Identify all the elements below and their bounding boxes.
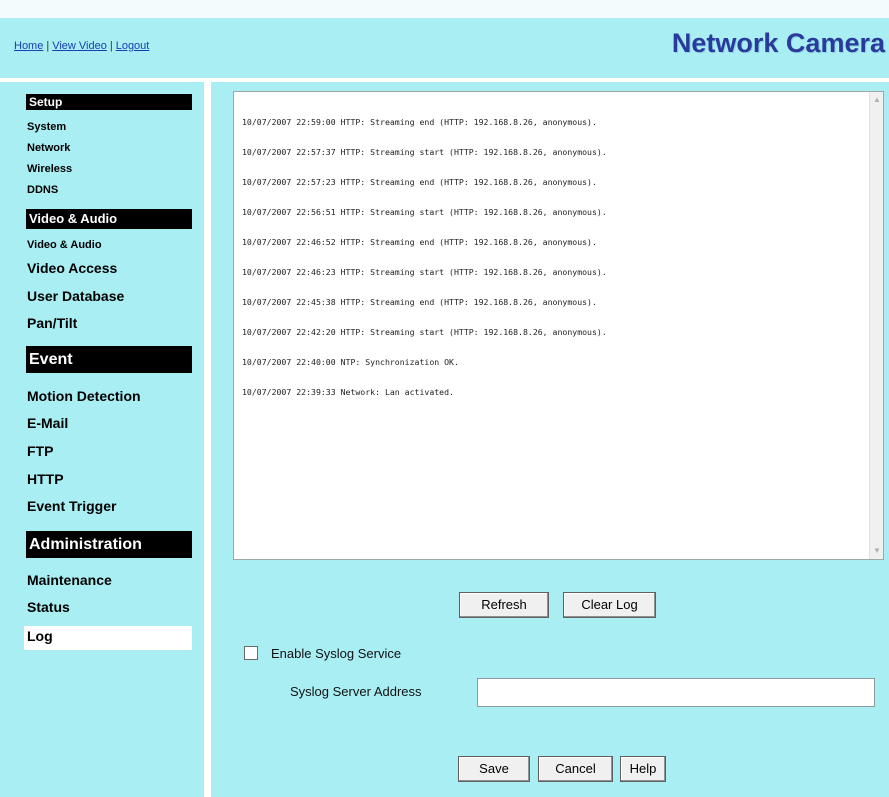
log-lines: 10/07/2007 22:59:00 HTTP: Streaming end … [242, 97, 607, 417]
sidebar-item-log[interactable]: Log [27, 628, 53, 644]
home-link[interactable]: Home [14, 40, 43, 52]
sidebar-item-ftp[interactable]: FTP [27, 443, 53, 459]
section-event: Event [26, 346, 192, 373]
log-line: 10/07/2007 22:45:38 HTTP: Streaming end … [242, 297, 597, 307]
syslog-server-label: Syslog Server Address [290, 684, 422, 699]
sidebar-item-motion-detection[interactable]: Motion Detection [27, 388, 141, 404]
sidebar-item-user-database[interactable]: User Database [27, 288, 124, 304]
sidebar-item-system[interactable]: System [27, 121, 66, 133]
sidebar-item-network[interactable]: Network [27, 142, 70, 154]
sidebar-item-ddns[interactable]: DDNS [27, 184, 58, 196]
enable-syslog-label: Enable Syslog Service [271, 646, 402, 661]
link-separator: | [46, 40, 50, 52]
log-scrollbar[interactable]: ▲ ▼ [869, 92, 883, 559]
log-line: 10/07/2007 22:59:00 HTTP: Streaming end … [242, 117, 597, 127]
sidebar-item-wireless[interactable]: Wireless [27, 163, 72, 175]
enable-syslog-checkbox[interactable] [244, 646, 258, 660]
section-administration: Administration [26, 531, 192, 558]
syslog-server-input[interactable] [477, 678, 875, 707]
sidebar-item-video-audio[interactable]: Video & Audio [27, 239, 102, 251]
sidebar-item-video-access[interactable]: Video Access [27, 260, 117, 276]
log-line: 10/07/2007 22:56:51 HTTP: Streaming star… [242, 207, 607, 217]
brand-title: Network Camera [671, 28, 885, 58]
sidebar-divider [204, 82, 211, 797]
link-separator: | [109, 40, 113, 52]
help-button[interactable]: Help [620, 756, 666, 782]
sidebar-item-event-trigger[interactable]: Event Trigger [27, 498, 116, 514]
log-line: 10/07/2007 22:46:23 HTTP: Streaming star… [242, 267, 607, 277]
top-band [0, 0, 889, 18]
page: Home | View Video | Logout Network Camera Se… [0, 0, 889, 797]
log-line: 10/07/2007 22:46:52 HTTP: Streaming end … [242, 237, 597, 247]
sidebar-item-http[interactable]: HTTP [27, 471, 64, 487]
clear-log-button[interactable]: Clear Log [563, 592, 656, 618]
save-button[interactable]: Save [458, 756, 530, 782]
log-line: 10/07/2007 22:39:33 Network: Lan activat… [242, 387, 454, 397]
sidebar-item-email[interactable]: E-Mail [27, 415, 68, 431]
scroll-down-arrow-icon[interactable]: ▼ [872, 546, 882, 556]
log-line: 10/07/2007 22:57:37 HTTP: Streaming star… [242, 147, 607, 157]
scroll-up-arrow-icon[interactable]: ▲ [872, 95, 882, 105]
top-links: Home | View Video | Logout [14, 40, 149, 52]
section-setup: Setup [26, 94, 192, 110]
cancel-button[interactable]: Cancel [538, 756, 613, 782]
sidebar-item-maintenance[interactable]: Maintenance [27, 572, 112, 588]
header: Home | View Video | Logout Network Camera [0, 18, 889, 80]
refresh-button[interactable]: Refresh [459, 592, 549, 618]
view-video-link[interactable]: View Video [52, 40, 107, 52]
log-line: 10/07/2007 22:42:20 HTTP: Streaming star… [242, 327, 607, 337]
log-line: 10/07/2007 22:40:00 NTP: Synchronization… [242, 357, 459, 367]
logout-link[interactable]: Logout [116, 40, 150, 52]
log-line: 10/07/2007 22:57:23 HTTP: Streaming end … [242, 177, 597, 187]
log-textarea[interactable]: 10/07/2007 22:59:00 HTTP: Streaming end … [233, 91, 884, 560]
section-video-audio: Video & Audio [26, 209, 192, 229]
sidebar-item-pan-tilt[interactable]: Pan/Tilt [27, 315, 77, 331]
sidebar-item-status[interactable]: Status [27, 599, 70, 615]
